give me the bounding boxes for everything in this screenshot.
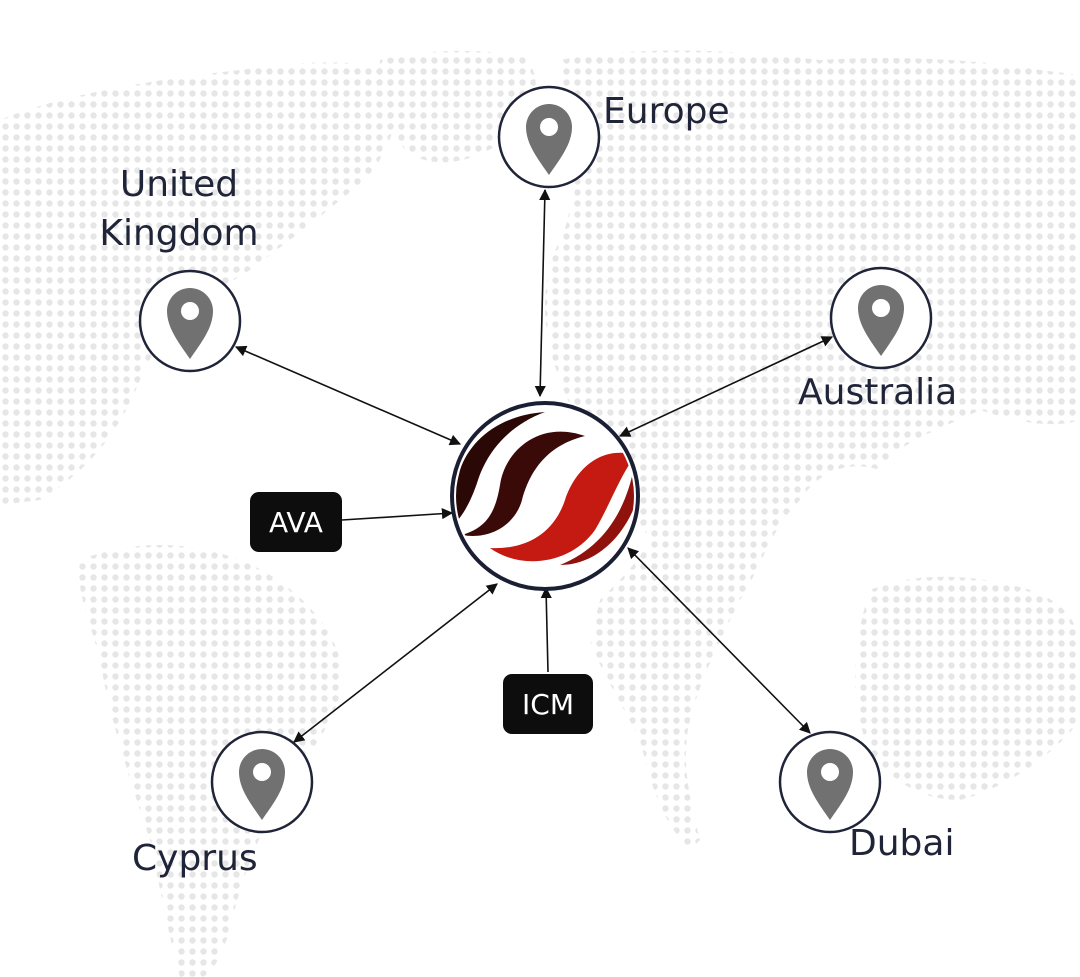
location-node-australia — [829, 266, 933, 370]
label-cyprus: Cyprus — [132, 838, 258, 879]
location-node-dubai — [778, 730, 882, 834]
label-dubai: Dubai — [849, 823, 955, 864]
location-node-cyprus — [210, 730, 314, 834]
location-node-europe — [497, 85, 601, 189]
hub-logo — [450, 401, 640, 591]
label-united-kingdom: United Kingdom — [99, 164, 259, 254]
label-europe: Europe — [603, 91, 730, 132]
connector-icm — [540, 586, 552, 673]
connector-europe — [534, 188, 551, 398]
connector-united-kingdom — [234, 345, 462, 446]
location-node-united-kingdom — [138, 269, 242, 373]
label-australia: Australia — [798, 372, 958, 413]
source-chip-icm: ICM — [503, 674, 593, 734]
source-chip-ava: AVA — [250, 492, 342, 552]
connector-ava — [341, 508, 454, 521]
